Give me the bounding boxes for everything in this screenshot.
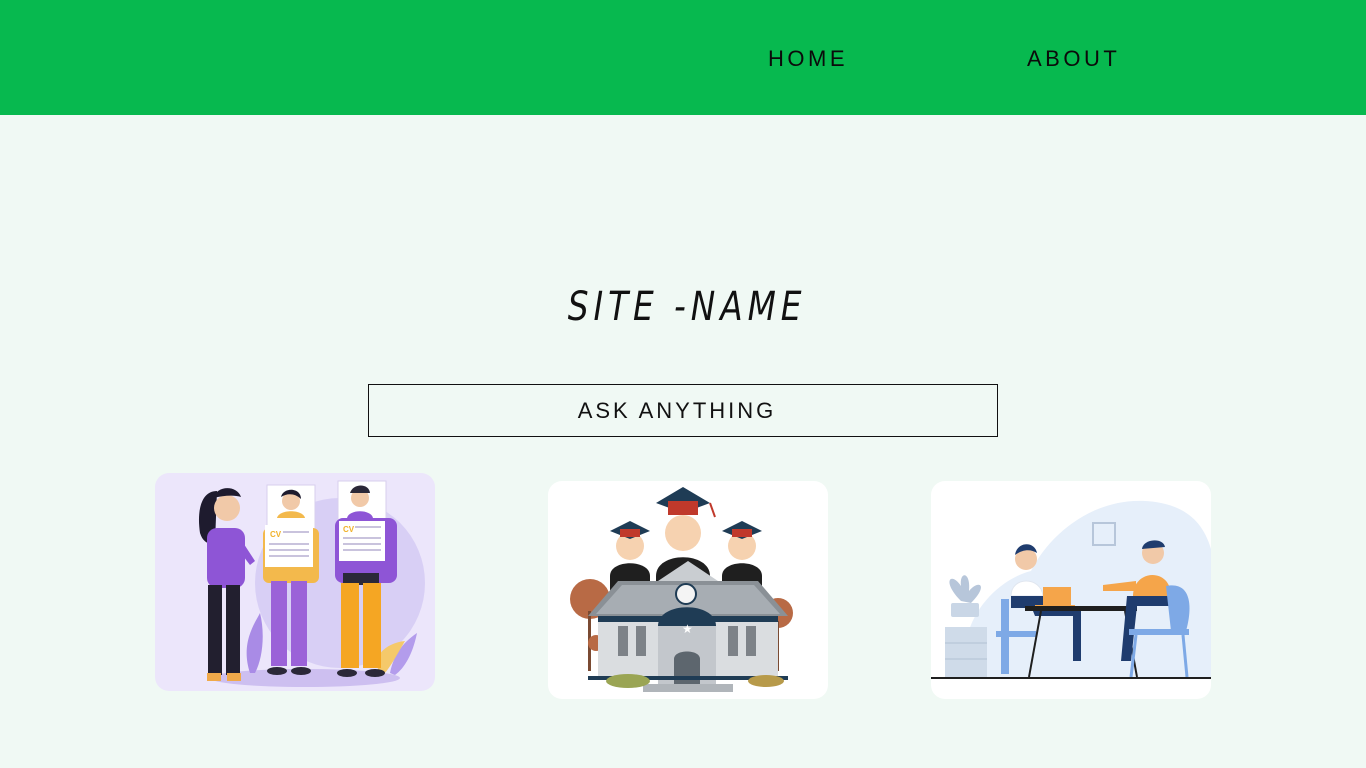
site-title: SITE -NAME [567,284,807,330]
interview-meeting-illustration [931,500,1211,679]
cv-label-2: CV [343,525,355,534]
nav-home-link[interactable]: HOME [768,46,848,72]
card-interview[interactable] [931,481,1211,699]
cv-label-1: CV [270,530,282,539]
card-education[interactable]: ★ [548,481,828,699]
ask-anything-button[interactable]: ASK ANYTHING [368,384,998,437]
svg-text:★: ★ [682,622,693,636]
top-navbar: HOME ABOUT [0,0,1366,115]
graduates-school-illustration: ★ [570,487,793,692]
nav-about-link[interactable]: ABOUT [1027,46,1120,72]
card-cv-recruitment[interactable]: CV CV [155,473,435,691]
cv-recruitment-illustration: CV CV [198,480,425,687]
